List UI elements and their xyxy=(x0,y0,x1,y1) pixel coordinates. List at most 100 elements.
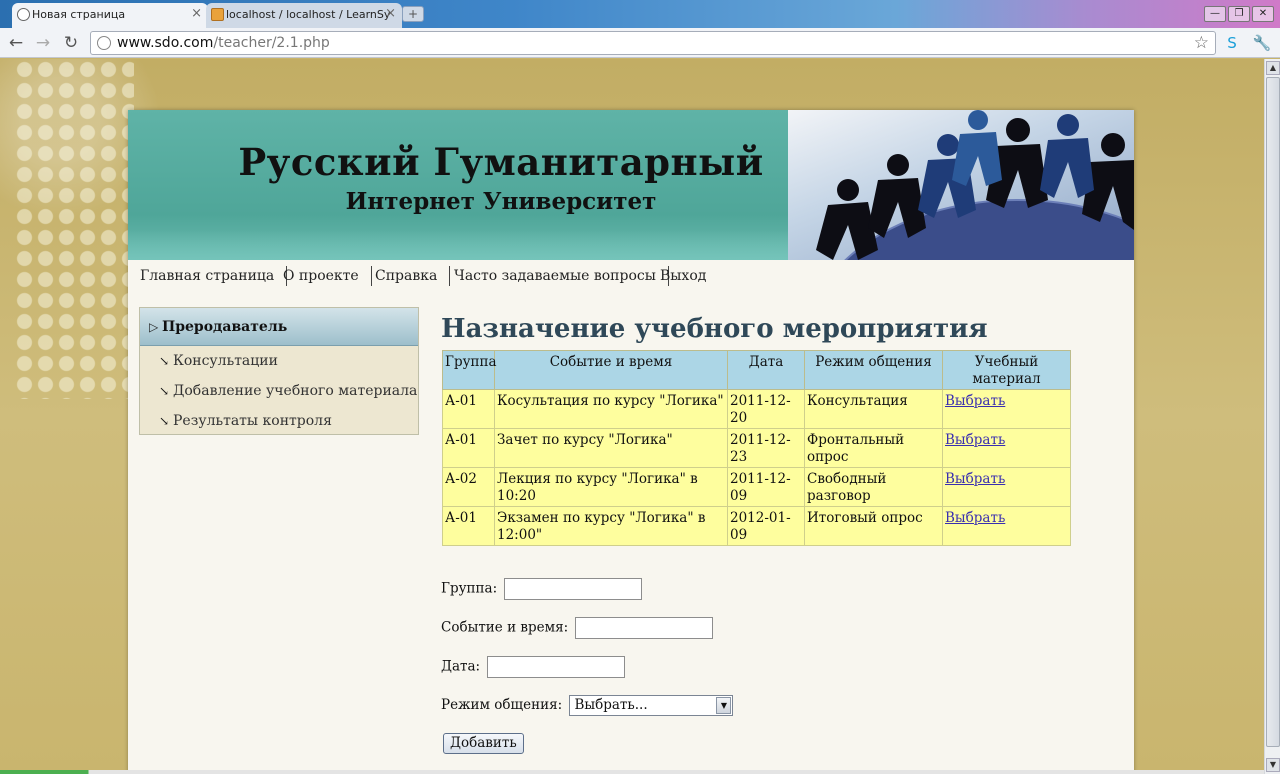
sidebar-item-label: Добавление учебного материала xyxy=(173,383,418,399)
nav-about[interactable]: О проекте xyxy=(271,266,372,286)
group-label: Группа: xyxy=(441,580,498,597)
nav-home[interactable]: Главная страница xyxy=(128,266,288,286)
event-time-input[interactable] xyxy=(575,617,714,639)
site-subtitle: Интернет Университет xyxy=(345,188,657,215)
cell-event: Экзамен по курсу "Логика" в 12:00" xyxy=(494,506,728,546)
close-tab-icon[interactable]: × xyxy=(385,6,396,21)
cell-date: 2011-12-09 xyxy=(727,467,805,507)
cell-material: Выбрать xyxy=(942,506,1071,546)
minimize-button[interactable]: — xyxy=(1204,6,1226,22)
cell-event: Лекция по курсу "Логика" в 10:20 xyxy=(494,467,728,507)
add-button[interactable]: Добавить xyxy=(443,733,524,754)
skype-icon[interactable]: S xyxy=(1222,33,1242,53)
cell-event: Зачет по курсу "Логика" xyxy=(494,428,728,468)
cell-group: А-01 xyxy=(442,389,495,429)
scroll-thumb[interactable] xyxy=(1266,77,1280,747)
table-row: А-01 Косультация по курсу "Логика" 2011-… xyxy=(442,389,1071,429)
column-header-event: Событие и время xyxy=(494,350,728,390)
select-material-link[interactable]: Выбрать xyxy=(945,471,1005,487)
page-title: Назначение учебного мероприятия xyxy=(441,314,988,344)
cell-date: 2011-12-23 xyxy=(727,428,805,468)
browser-toolbar: ← → ↻ www.sdo.com/teacher/2.1.php ☆ S 🔧 xyxy=(0,28,1280,58)
browser-tab-bar: Новая страница × localhost / localhost /… xyxy=(0,0,1280,28)
phpmyadmin-tab-icon xyxy=(211,8,224,21)
table-row: А-01 Экзамен по курсу "Логика" в 12:00" … xyxy=(442,506,1071,546)
cell-date: 2011-12-20 xyxy=(727,389,805,429)
close-window-button[interactable]: ✕ xyxy=(1252,6,1274,22)
restore-button[interactable]: ❐ xyxy=(1228,6,1250,22)
vertical-scrollbar[interactable]: ▲ ▼ xyxy=(1264,59,1280,774)
event-label: Событие и время: xyxy=(441,619,569,636)
sidebar-item-label: Консультации xyxy=(173,353,278,369)
nav-faq[interactable]: Часто задаваемые вопросы xyxy=(442,266,669,286)
sidebar-menu: ▷ Преродаватель ↘ Консультации ↘ Добавле… xyxy=(139,307,419,435)
arrow-down-right-icon: ↘ xyxy=(159,384,170,398)
wrench-icon[interactable]: 🔧 xyxy=(1252,33,1272,53)
mode-select[interactable]: Выбрать... ▼ xyxy=(569,695,734,716)
scroll-down-icon[interactable]: ▼ xyxy=(1266,758,1280,772)
star-icon[interactable]: ☆ xyxy=(1194,32,1209,54)
select-material-link[interactable]: Выбрать xyxy=(945,432,1005,448)
tab-label: Новая страница xyxy=(32,8,126,21)
top-navigation: Главная страница О проекте Справка Часто… xyxy=(128,262,1134,290)
people-on-globe-image xyxy=(788,110,1134,260)
url-path: /teacher/2.1.php xyxy=(213,35,330,51)
nav-help[interactable]: Справка xyxy=(363,266,451,286)
arrow-down-right-icon: ↘ xyxy=(159,414,170,428)
window-controls: — ❐ ✕ xyxy=(1202,1,1274,22)
globe-tab-icon xyxy=(17,8,30,21)
sidebar-item-add-material[interactable]: ↘ Добавление учебного материала xyxy=(140,376,418,406)
column-header-mode: Режим общения xyxy=(804,350,943,390)
date-input[interactable] xyxy=(487,656,626,678)
triangle-right-icon: ▷ xyxy=(149,320,159,334)
back-arrow-icon[interactable]: ← xyxy=(5,33,27,53)
address-bar[interactable]: www.sdo.com/teacher/2.1.php ☆ xyxy=(90,31,1216,55)
tab-new-page[interactable]: Новая страница × xyxy=(12,3,208,28)
cell-group: А-02 xyxy=(442,467,495,507)
cell-group: А-01 xyxy=(442,506,495,546)
cell-mode: Свободный разговор xyxy=(804,467,943,507)
mode-form-row: Режим общения: Выбрать... ▼ xyxy=(441,695,734,716)
close-tab-icon[interactable]: × xyxy=(191,6,202,21)
new-tab-button[interactable]: + xyxy=(402,6,424,22)
sidebar-item-control-results[interactable]: ↘ Результаты контроля xyxy=(140,406,418,436)
sidebar-item-label: Результаты контроля xyxy=(173,413,332,429)
site-title: Русский Гуманитарный xyxy=(238,140,764,184)
tab-label: localhost / localhost / LearnSy xyxy=(226,8,391,21)
mode-select-value: Выбрать... xyxy=(574,697,648,713)
arrow-down-right-icon: ↘ xyxy=(159,354,170,368)
cell-mode: Фронтальный опрос xyxy=(804,428,943,468)
cell-group: А-01 xyxy=(442,428,495,468)
tab-localhost[interactable]: localhost / localhost / LearnSy × xyxy=(206,3,402,28)
cell-date: 2012-01-09 xyxy=(727,506,805,546)
cell-material: Выбрать xyxy=(942,389,1071,429)
cell-event: Косультация по курсу "Логика" xyxy=(494,389,728,429)
sidebar-heading-label: Преродаватель xyxy=(162,319,288,335)
date-label: Дата: xyxy=(441,658,481,675)
group-input[interactable] xyxy=(504,578,643,600)
forward-arrow-icon[interactable]: → xyxy=(32,33,54,53)
banner-wave xyxy=(128,230,788,260)
select-material-link[interactable]: Выбрать xyxy=(945,393,1005,409)
scroll-up-icon[interactable]: ▲ xyxy=(1266,61,1280,75)
site-banner: Русский Гуманитарный Интернет Университе… xyxy=(128,110,1134,260)
column-header-material: Учебный материал xyxy=(942,350,1071,390)
cell-mode: Итоговый опрос xyxy=(804,506,943,546)
cell-material: Выбрать xyxy=(942,467,1071,507)
event-form-row: Событие и время: xyxy=(441,617,714,639)
cell-mode: Консультация xyxy=(804,389,943,429)
bottom-status-strip xyxy=(0,770,1264,774)
events-table: Группа Событие и время Дата Режим общени… xyxy=(442,350,1071,546)
chevron-down-icon[interactable]: ▼ xyxy=(716,697,732,714)
select-material-link[interactable]: Выбрать xyxy=(945,510,1005,526)
nav-logout[interactable]: Выход xyxy=(648,266,718,286)
reload-icon[interactable]: ↻ xyxy=(60,33,82,53)
column-header-date: Дата xyxy=(727,350,805,390)
globe-icon xyxy=(97,36,111,50)
table-row: А-01 Зачет по курсу "Логика" 2011-12-23 … xyxy=(442,428,1071,468)
table-row: А-02 Лекция по курсу "Логика" в 10:20 20… xyxy=(442,467,1071,507)
group-form-row: Группа: xyxy=(441,578,643,600)
sidebar-heading[interactable]: ▷ Преродаватель xyxy=(140,308,418,346)
table-header-row: Группа Событие и время Дата Режим общени… xyxy=(442,350,1071,390)
sidebar-item-consultations[interactable]: ↘ Консультации xyxy=(140,346,418,376)
